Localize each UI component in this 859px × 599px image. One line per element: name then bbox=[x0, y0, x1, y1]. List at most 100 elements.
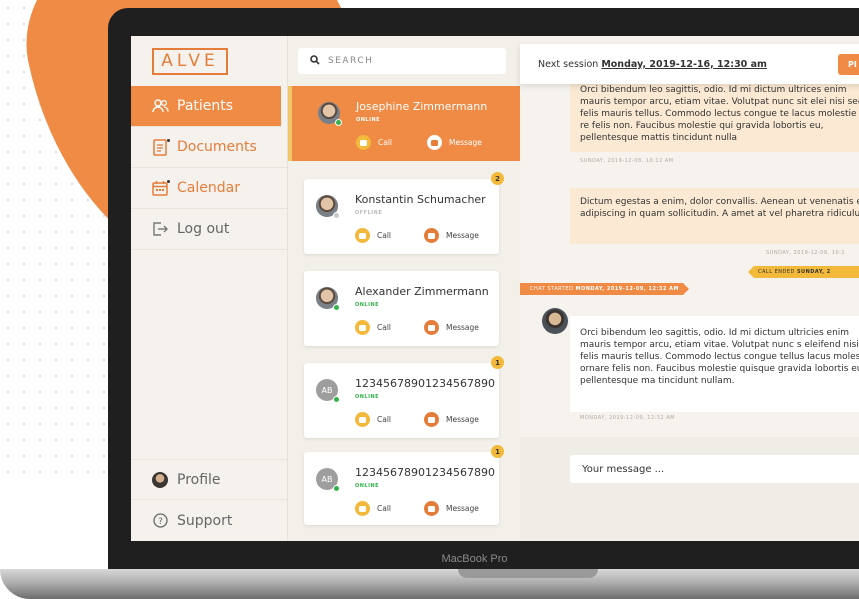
message-timestamp: MONDAY, 2019-12-09, 12:32 AM bbox=[580, 415, 675, 421]
phone-icon bbox=[355, 412, 370, 427]
session-prefix: Next session bbox=[538, 58, 599, 70]
sidebar-item-patients[interactable]: Patients bbox=[131, 86, 281, 127]
call-button[interactable]: Call bbox=[356, 135, 392, 150]
tag-prefix: CHAT STARTED bbox=[530, 286, 574, 292]
message-bubble: Dictum egestas a enim, dolor convallis. … bbox=[570, 188, 859, 244]
message-icon bbox=[427, 135, 442, 150]
unread-badge: 1 bbox=[491, 356, 504, 369]
call-button[interactable]: Call bbox=[355, 228, 391, 243]
device-label: MacBook Pro bbox=[441, 553, 508, 565]
sidebar-item-logout[interactable]: Log out bbox=[131, 209, 288, 250]
logout-icon bbox=[151, 220, 169, 238]
call-label: Call bbox=[377, 323, 392, 332]
message-label: Message bbox=[446, 231, 479, 240]
call-label: Call bbox=[377, 415, 392, 424]
search-placeholder: SEARCH bbox=[328, 56, 374, 66]
online-indicator bbox=[333, 304, 340, 311]
message-composer bbox=[520, 437, 859, 541]
patient-name: 12345678901234567890 bbox=[355, 377, 495, 390]
sidebar-item-label: Calendar bbox=[177, 180, 240, 196]
svg-text:?: ? bbox=[158, 517, 163, 527]
message-label: Message bbox=[446, 323, 479, 332]
tag-date: SUNDAY, 2 bbox=[796, 269, 831, 275]
app-screen: ALVE Patients Documents Calendar Log out… bbox=[131, 36, 859, 541]
patient-card[interactable]: Alexander Zimmermann ONLINE Call Message bbox=[304, 271, 499, 346]
call-button[interactable]: Call bbox=[355, 501, 391, 516]
call-ended-tag: CALL ENDED SUNDAY, 2 bbox=[748, 266, 859, 278]
sender-avatar bbox=[542, 308, 568, 334]
call-button[interactable]: Call bbox=[355, 320, 391, 335]
message-button[interactable]: Message bbox=[424, 320, 479, 335]
message-timestamp: SUNDAY, 2019-12-08, 10:12 AM bbox=[580, 158, 674, 164]
message-label: Message bbox=[449, 138, 482, 147]
sidebar-item-documents[interactable]: Documents bbox=[131, 127, 288, 168]
patient-status: ONLINE bbox=[355, 302, 380, 308]
patient-status: OFFLINE bbox=[355, 210, 383, 216]
notification-dot bbox=[167, 139, 170, 142]
notification-dot bbox=[167, 180, 170, 183]
patient-name: Alexander Zimmermann bbox=[355, 285, 489, 298]
patient-list-panel: SEARCH Josephine Zimmermann ONLINE Call … bbox=[288, 36, 520, 541]
message-button[interactable]: Message bbox=[424, 501, 479, 516]
next-session-banner: Next session Monday, 2019-12-16, 12:30 a… bbox=[520, 44, 859, 84]
patient-name: 12345678901234567890 bbox=[355, 466, 495, 479]
message-button[interactable]: Message bbox=[424, 412, 479, 427]
message-timestamp: SUNDAY, 2019-12-08, 10:1 bbox=[766, 250, 846, 256]
help-icon: ? bbox=[151, 512, 169, 530]
laptop-notch bbox=[458, 569, 598, 578]
message-icon bbox=[424, 228, 439, 243]
users-icon bbox=[151, 97, 169, 115]
patient-name: Konstantin Schumacher bbox=[355, 193, 486, 206]
call-label: Call bbox=[377, 504, 392, 513]
call-button[interactable]: Call bbox=[355, 412, 391, 427]
unread-badge: 1 bbox=[491, 445, 504, 458]
tag-date: MONDAY, 2019-12-09, 12:32 AM bbox=[575, 286, 679, 292]
laptop-base bbox=[0, 569, 859, 599]
session-action-button[interactable]: PI bbox=[838, 54, 859, 75]
unread-badge: 2 bbox=[491, 172, 504, 185]
message-bubble: Orci bibendum leo sagittis, odio. Id mi … bbox=[570, 74, 859, 152]
patient-name: Josephine Zimmermann bbox=[356, 100, 488, 113]
message-label: Message bbox=[446, 415, 479, 424]
phone-icon bbox=[356, 135, 371, 150]
chat-started-tag: CHAT STARTED MONDAY, 2019-12-09, 12:32 A… bbox=[520, 283, 689, 295]
sidebar-item-calendar[interactable]: Calendar bbox=[131, 168, 288, 209]
online-indicator bbox=[335, 119, 342, 126]
search-input[interactable]: SEARCH bbox=[298, 48, 506, 74]
patient-card[interactable]: 1 AB 12345678901234567890 ONLINE Call Me… bbox=[304, 445, 504, 525]
patient-card[interactable]: 2 Konstantin Schumacher OFFLINE Call Mes… bbox=[304, 172, 504, 254]
call-label: Call bbox=[377, 231, 392, 240]
message-label: Message bbox=[446, 504, 479, 513]
sidebar-item-label: Log out bbox=[177, 221, 230, 237]
sidebar-item-label: Support bbox=[177, 512, 233, 529]
session-date-link[interactable]: Monday, 2019-12-16, 12:30 am bbox=[601, 59, 767, 70]
sidebar-item-label: Profile bbox=[177, 471, 221, 488]
tag-prefix: CALL ENDED bbox=[758, 269, 795, 275]
message-button[interactable]: Message bbox=[424, 228, 479, 243]
patient-card[interactable]: 1 AB 12345678901234567890 ONLINE Call Me… bbox=[304, 356, 504, 438]
message-bubble: Orci bibendum leo sagittis, odio. Id mi … bbox=[570, 316, 859, 412]
message-icon bbox=[424, 412, 439, 427]
marketing-scene: MacBook Pro ALVE Patients Documents Cale… bbox=[0, 0, 859, 599]
phone-icon bbox=[355, 320, 370, 335]
phone-icon bbox=[355, 501, 370, 516]
sidebar-item-profile[interactable]: Profile bbox=[131, 459, 288, 500]
online-indicator bbox=[333, 485, 340, 492]
patient-status: ONLINE bbox=[355, 394, 380, 400]
search-icon bbox=[310, 54, 320, 68]
patient-status: ONLINE bbox=[356, 117, 381, 123]
patient-status: ONLINE bbox=[355, 483, 380, 489]
patient-card[interactable]: Josephine Zimmermann ONLINE Call Message bbox=[288, 86, 520, 161]
avatar-icon bbox=[151, 471, 169, 489]
chat-panel: Next session Monday, 2019-12-16, 12:30 a… bbox=[520, 36, 859, 541]
message-input[interactable] bbox=[570, 455, 859, 483]
sidebar: ALVE Patients Documents Calendar Log out… bbox=[131, 36, 288, 541]
message-icon bbox=[424, 501, 439, 516]
call-label: Call bbox=[378, 138, 393, 147]
message-button[interactable]: Message bbox=[427, 135, 482, 150]
app-logo: ALVE bbox=[152, 48, 228, 75]
phone-icon bbox=[355, 228, 370, 243]
message-icon bbox=[424, 320, 439, 335]
sidebar-item-support[interactable]: ? Support bbox=[131, 500, 288, 541]
sidebar-item-label: Patients bbox=[177, 98, 234, 114]
